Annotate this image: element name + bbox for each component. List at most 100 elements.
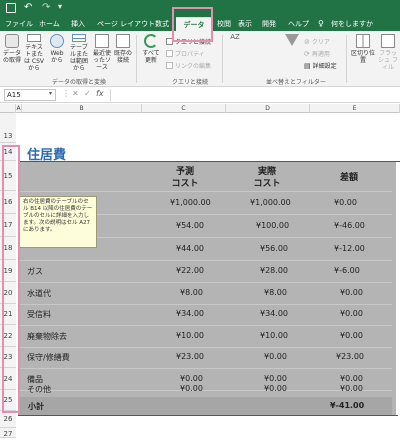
actual-cost-cell[interactable]: ¥8.00: [264, 288, 287, 297]
text-to-columns-button[interactable]: 区切り位置: [350, 34, 376, 72]
subtotal-value[interactable]: ¥-41.00: [330, 401, 364, 410]
tab-developer[interactable]: 開発: [259, 17, 279, 31]
from-text-csv-button[interactable]: テキストまたは CSV から: [24, 34, 44, 72]
row-label[interactable]: 水道代: [27, 288, 51, 299]
column-header-c[interactable]: C: [142, 104, 226, 113]
advanced-label: 詳細設定: [312, 63, 337, 70]
forecast-cost-cell[interactable]: ¥54.00: [176, 221, 204, 230]
row-label[interactable]: その他: [27, 384, 51, 395]
subtotal-label[interactable]: 小計: [28, 401, 44, 412]
from-table-label: テーブルまたは範囲から: [69, 44, 88, 72]
web-icon: [50, 34, 64, 48]
tooltip-text: 右の住居費のテーブルのセル B14 以降の住居費のテーブルのセルに詳細を入力しま…: [23, 199, 93, 233]
from-table-button[interactable]: テーブルまたは範囲から: [69, 34, 89, 72]
reapply-button[interactable]: ⟳ 再適用: [304, 49, 330, 59]
actual-cost-cell[interactable]: ¥0.00: [264, 384, 287, 393]
row-label[interactable]: 保守/修繕費: [27, 352, 70, 363]
text-to-columns-label: 区切り位置: [350, 50, 375, 64]
enter-icon[interactable]: ✓: [84, 89, 91, 98]
header-forecast-cost[interactable]: 予測 コスト: [150, 166, 220, 190]
select-all-corner[interactable]: [0, 104, 16, 113]
row-divider: [18, 347, 392, 348]
tab-home[interactable]: ホーム: [36, 17, 63, 31]
clear-button[interactable]: ⊘ クリア: [304, 37, 330, 47]
name-box-dropdown-icon[interactable]: ▾: [49, 90, 52, 97]
recent-sources-button[interactable]: 最近使ったソース: [92, 34, 112, 72]
sort-az-button[interactable]: AZ: [226, 34, 244, 72]
properties-button[interactable]: プロパティ: [166, 49, 205, 58]
tab-review[interactable]: 校閲: [214, 17, 234, 31]
difference-cell[interactable]: ¥-46.00: [334, 221, 365, 230]
difference-cell[interactable]: ¥0.00: [340, 374, 363, 383]
insert-function-icon[interactable]: fx: [96, 89, 104, 98]
header-actual-cost[interactable]: 実際 コスト: [232, 166, 302, 190]
actual-cost-cell[interactable]: ¥1,000.00: [250, 198, 291, 207]
undo-icon[interactable]: ↶: [24, 2, 32, 13]
difference-cell[interactable]: ¥-6.00: [334, 266, 360, 275]
refresh-all-button[interactable]: すべて更新: [140, 34, 162, 72]
name-box-value: A15: [7, 91, 21, 99]
difference-cell[interactable]: ¥0.00: [340, 288, 363, 297]
tab-page-layout[interactable]: ページ レイアウト: [94, 17, 158, 31]
reapply-label: 再適用: [311, 51, 330, 58]
tab-insert[interactable]: 挿入: [68, 17, 88, 31]
actual-cost-cell[interactable]: ¥0.00: [264, 374, 287, 383]
tab-help[interactable]: ヘルプ: [285, 17, 312, 31]
advanced-button[interactable]: ▤ 詳細設定: [304, 61, 337, 71]
difference-cell[interactable]: ¥-12.00: [334, 244, 365, 253]
recent-sources-label: 最近使ったソース: [92, 50, 111, 71]
row-header[interactable]: 13: [0, 113, 16, 143]
actual-cost-cell[interactable]: ¥0.00: [264, 352, 287, 361]
formula-input[interactable]: [110, 89, 396, 101]
forecast-cost-cell[interactable]: ¥23.00: [176, 352, 204, 361]
tell-me-box[interactable]: 何をしますか: [328, 17, 376, 31]
refresh-all-label: すべて更新: [142, 50, 160, 64]
forecast-cost-cell[interactable]: ¥34.00: [176, 309, 204, 318]
edit-links-button[interactable]: リンクの編集: [166, 61, 211, 70]
tab-formulas[interactable]: 数式: [152, 17, 172, 31]
forecast-cost-cell[interactable]: ¥10.00: [176, 331, 204, 340]
forecast-cost-cell[interactable]: ¥1,000.00: [170, 198, 211, 207]
customize-qat-icon[interactable]: ▾: [58, 2, 62, 11]
tab-file[interactable]: ファイル: [2, 17, 36, 31]
filter-button[interactable]: [284, 34, 300, 72]
row-label[interactable]: 受信料: [27, 309, 51, 320]
get-data-button[interactable]: データの取得: [2, 34, 22, 72]
difference-cell[interactable]: ¥23.00: [336, 352, 364, 361]
save-icon[interactable]: [6, 3, 16, 13]
forecast-cost-cell[interactable]: ¥8.00: [180, 288, 203, 297]
forecast-cost-cell[interactable]: ¥22.00: [176, 266, 204, 275]
difference-cell[interactable]: ¥0.00: [340, 331, 363, 340]
row-divider: [18, 191, 392, 192]
row-label[interactable]: 廃棄物除去: [27, 331, 67, 342]
row-label[interactable]: ガス: [27, 266, 43, 277]
header-difference[interactable]: 差額: [314, 172, 384, 184]
actual-cost-cell[interactable]: ¥56.00: [260, 244, 288, 253]
actual-cost-cell[interactable]: ¥34.00: [260, 309, 288, 318]
forecast-cost-cell[interactable]: ¥0.00: [180, 384, 203, 393]
row-header[interactable]: 26: [0, 411, 16, 428]
row-header[interactable]: 27: [0, 428, 16, 438]
from-web-button[interactable]: Web から: [47, 34, 67, 72]
cancel-icon[interactable]: ✕: [72, 89, 79, 98]
forecast-cost-cell[interactable]: ¥0.00: [180, 374, 203, 383]
column-header-d[interactable]: D: [226, 104, 310, 113]
difference-cell[interactable]: ¥0.00: [334, 198, 357, 207]
column-headers: A B C D E: [0, 104, 400, 113]
actual-cost-cell[interactable]: ¥100.00: [256, 221, 289, 230]
table-icon: [72, 34, 86, 42]
tab-view[interactable]: 表示: [235, 17, 255, 31]
existing-connections-label: 既存の接続: [114, 50, 133, 64]
difference-cell[interactable]: ¥0.00: [340, 384, 363, 393]
column-header-b[interactable]: B: [22, 104, 142, 113]
forecast-cost-cell[interactable]: ¥44.00: [176, 244, 204, 253]
column-header-e[interactable]: E: [310, 104, 400, 113]
difference-cell[interactable]: ¥0.00: [340, 309, 363, 318]
existing-connections-button[interactable]: 既存の接続: [114, 34, 132, 72]
flash-fill-button[interactable]: フラッシュ フィル: [378, 34, 398, 72]
flash-fill-label: フラッシュ フィル: [378, 50, 398, 71]
redo-icon[interactable]: ↷: [42, 2, 50, 13]
row-divider: [18, 304, 392, 305]
actual-cost-cell[interactable]: ¥28.00: [260, 266, 288, 275]
actual-cost-cell[interactable]: ¥10.00: [260, 331, 288, 340]
